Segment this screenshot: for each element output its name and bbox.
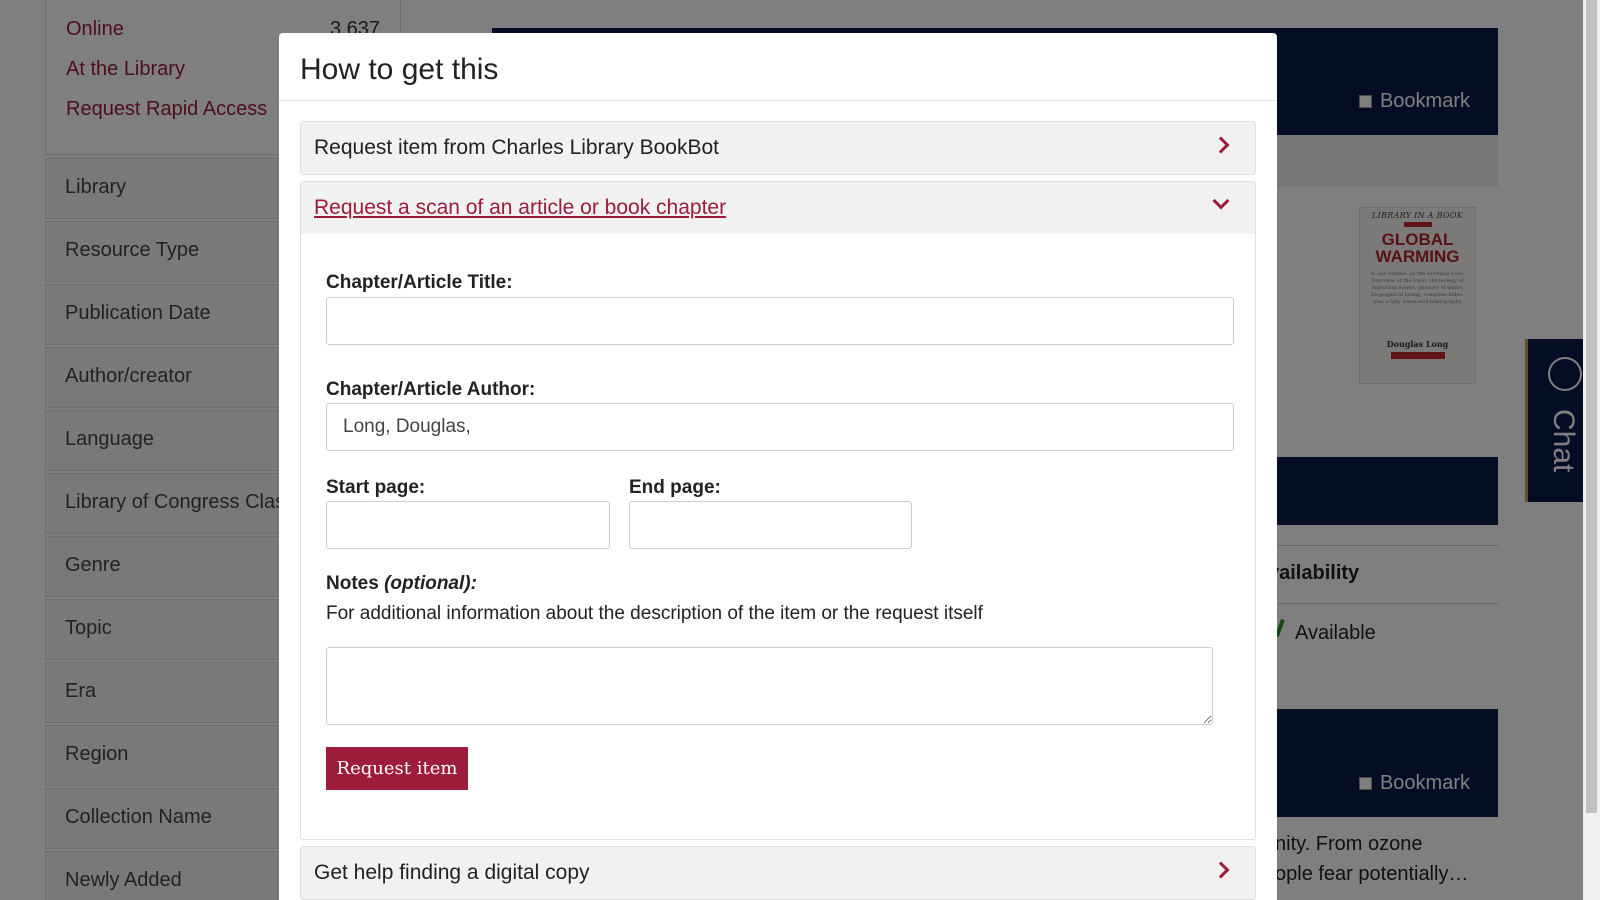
start-page-label: Start page:: [326, 477, 426, 498]
end-page-label: End page:: [629, 477, 721, 498]
request-item-button[interactable]: Request item: [326, 747, 468, 790]
modal-title: How to get this: [300, 53, 499, 86]
accordion-header-digital-copy[interactable]: Get help finding a digital copy: [301, 847, 1255, 899]
chevron-right-icon: [1212, 861, 1230, 879]
accordion-bookbot: Request item from Charles Library BookBo…: [300, 121, 1256, 175]
accordion-label: Request a scan of an article or book cha…: [314, 196, 727, 219]
notes-label: Notes (optional):: [326, 573, 477, 594]
how-to-get-this-modal: How to get this Request item from Charle…: [279, 33, 1277, 900]
accordion-scan: Request a scan of an article or book cha…: [300, 181, 1256, 840]
chapter-author-label: Chapter/Article Author:: [326, 379, 536, 400]
chapter-title-label: Chapter/Article Title:: [326, 272, 513, 293]
scrollbar-thumb[interactable]: [1586, 0, 1597, 813]
chevron-right-icon: [1212, 136, 1230, 154]
accordion-header-bookbot[interactable]: Request item from Charles Library BookBo…: [301, 122, 1255, 174]
modal-header: How to get this: [279, 33, 1277, 101]
chapter-title-input[interactable]: [326, 297, 1234, 345]
notes-help-text: For additional information about the des…: [326, 603, 983, 624]
chapter-author-input[interactable]: [326, 403, 1234, 451]
accordion-label: Request item from Charles Library BookBo…: [314, 136, 719, 159]
accordion-header-scan[interactable]: Request a scan of an article or book cha…: [301, 182, 1255, 234]
end-page-input[interactable]: [629, 501, 912, 549]
page-scrollbar[interactable]: [1583, 0, 1600, 900]
accordion-digital-copy: Get help finding a digital copy: [300, 846, 1256, 900]
accordion-label: Get help finding a digital copy: [314, 861, 590, 884]
start-page-input[interactable]: [326, 501, 610, 549]
notes-textarea[interactable]: [326, 647, 1213, 725]
chevron-down-icon: [1212, 192, 1230, 210]
